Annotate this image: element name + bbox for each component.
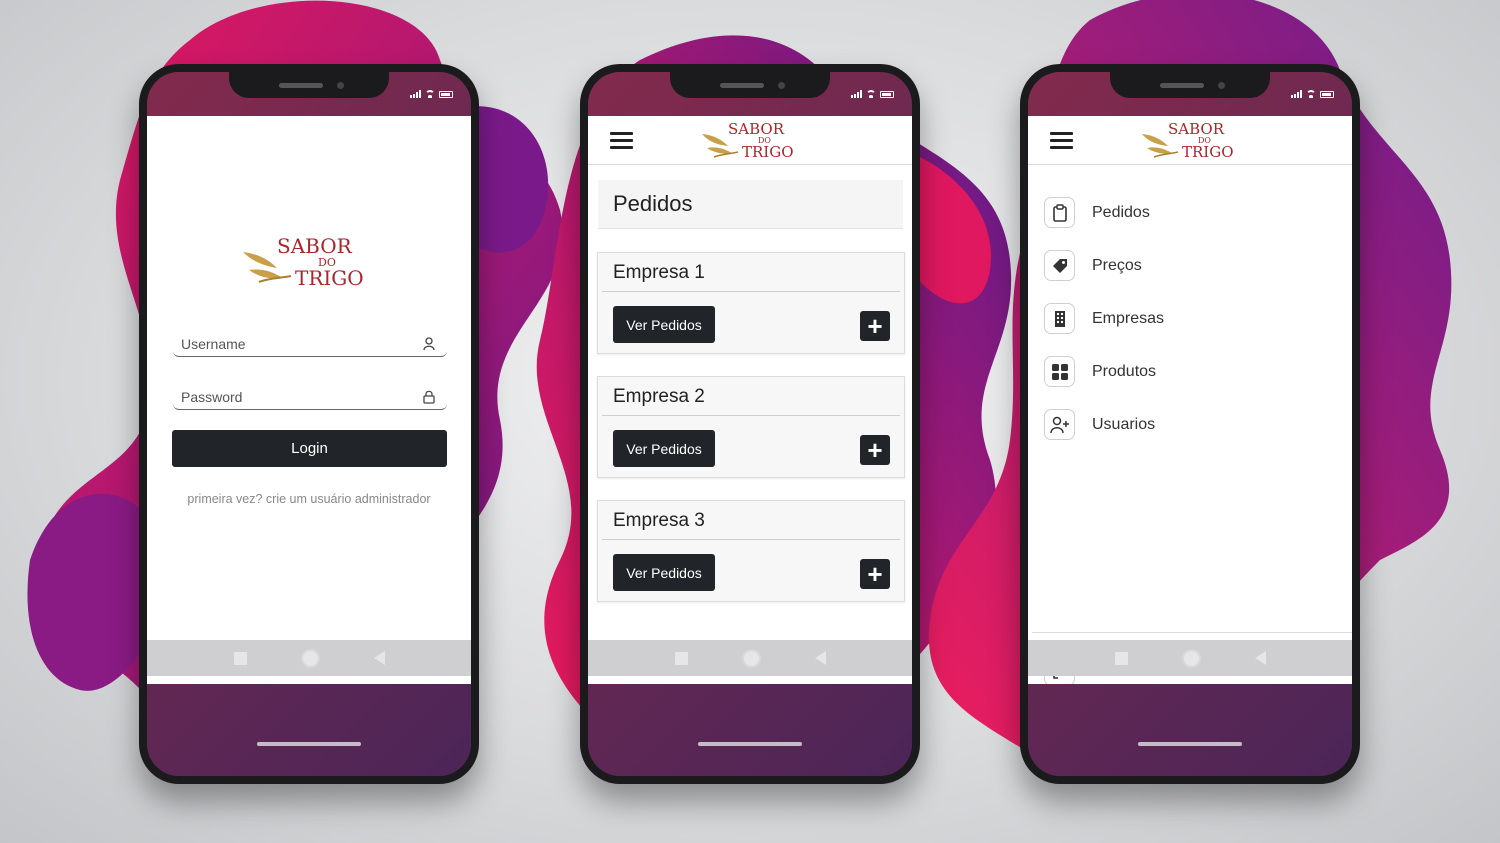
plus-icon: + [867,559,883,589]
menu-screen: SABOR DO TRIGO Pedidos Preços Empresas P… [1028,116,1352,684]
username-placeholder: Username [181,336,246,352]
menu-icon[interactable] [1050,132,1074,149]
ver-pedidos-button[interactable]: Ver Pedidos [613,554,715,591]
add-pedido-button[interactable]: + [860,559,890,589]
menu-item-label: Empresas [1092,310,1165,327]
wifi-icon [1306,90,1316,98]
back-icon[interactable] [373,651,385,665]
app-header: SABOR DO TRIGO [588,116,912,165]
brand-line3: TRIGO [295,266,364,290]
phone-menu: SABOR DO TRIGO Pedidos Preços Empresas P… [1020,64,1360,784]
password-placeholder: Password [181,389,243,405]
lock-icon [423,390,435,404]
clipboard-icon [1044,197,1075,228]
menu-item-label: Produtos [1092,363,1157,380]
status-bar [1291,90,1334,98]
app-header: SABOR DO TRIGO [1028,116,1352,165]
pedidos-screen: SABOR DO TRIGO Pedidos Empresa 1 Ver Ped… [588,116,912,684]
menu-item-label: Preços [1092,257,1142,274]
brand-line1: SABOR [728,120,785,138]
battery-icon [880,90,894,98]
add-pedido-button[interactable]: + [860,311,890,341]
menu-icon[interactable] [610,132,634,149]
empresa-card: Empresa 2 Ver Pedidos + [597,376,905,478]
signal-icon [410,90,421,98]
signal-icon [851,90,862,98]
menu-item-label: Pedidos [1092,204,1150,221]
brand-logo: SABOR DO TRIGO [1140,120,1250,162]
android-nav-bar [1028,640,1352,676]
android-nav-bar [588,640,912,676]
menu-item-label: Usuarios [1092,416,1156,433]
tag-icon [1044,250,1075,281]
recents-icon[interactable] [1114,651,1128,665]
menu-item-empresas[interactable]: Empresas [1044,303,1334,337]
ver-pedidos-button[interactable]: Ver Pedidos [613,306,715,343]
login-button[interactable]: Login [172,430,447,467]
menu-item-usuarios[interactable]: Usuarios [1044,409,1334,443]
empresa-card: Empresa 1 Ver Pedidos + [597,252,905,354]
user-plus-icon [1044,409,1075,440]
home-indicator [1138,742,1242,746]
ver-pedidos-button[interactable]: Ver Pedidos [613,430,715,467]
login-screen: SABOR DO TRIGO Username Password Login p… [147,116,471,684]
menu-item-produtos[interactable]: Produtos [1044,356,1334,390]
first-time-link[interactable]: primeira vez? crie um usuário administra… [147,492,471,506]
brand-line1: SABOR [1168,120,1225,138]
plus-icon: + [867,435,883,465]
grid-icon [1044,356,1075,387]
page-title: Pedidos [613,191,693,216]
empresa-name: Empresa 2 [613,386,705,407]
empresa-name: Empresa 3 [613,510,705,531]
empresa-card: Empresa 3 Ver Pedidos + [597,500,905,602]
back-icon[interactable] [814,651,826,665]
battery-icon [1320,90,1334,98]
wifi-icon [866,90,876,98]
brand-line1: SABOR [277,234,352,258]
android-nav-bar [147,640,471,676]
password-field[interactable]: Password [173,387,447,410]
username-field[interactable]: Username [173,334,447,357]
phone-login: SABOR DO TRIGO Username Password Login p… [139,64,479,784]
brand-logo: SABOR DO TRIGO [239,234,389,294]
recents-icon[interactable] [233,651,247,665]
status-bar [410,90,453,98]
add-pedido-button[interactable]: + [860,435,890,465]
home-indicator [257,742,361,746]
back-icon[interactable] [1254,651,1266,665]
brand-line3: TRIGO [1182,143,1234,161]
menu-item-precos[interactable]: Preços [1044,250,1334,284]
building-icon [1044,303,1075,334]
recents-icon[interactable] [674,651,688,665]
wifi-icon [425,90,435,98]
battery-icon [439,90,453,98]
signal-icon [1291,90,1302,98]
phone-pedidos: SABOR DO TRIGO Pedidos Empresa 1 Ver Ped… [580,64,920,784]
plus-icon: + [867,311,883,341]
user-icon [423,337,435,351]
home-icon[interactable] [741,648,761,668]
page-title-card: Pedidos [598,180,903,229]
home-indicator [698,742,802,746]
home-icon[interactable] [300,648,320,668]
brand-line3: TRIGO [742,143,794,161]
brand-logo: SABOR DO TRIGO [700,120,810,162]
menu-divider [1032,632,1352,633]
status-bar [851,90,894,98]
home-icon[interactable] [1181,648,1201,668]
menu-item-pedidos[interactable]: Pedidos [1044,197,1334,231]
empresa-name: Empresa 1 [613,262,705,283]
